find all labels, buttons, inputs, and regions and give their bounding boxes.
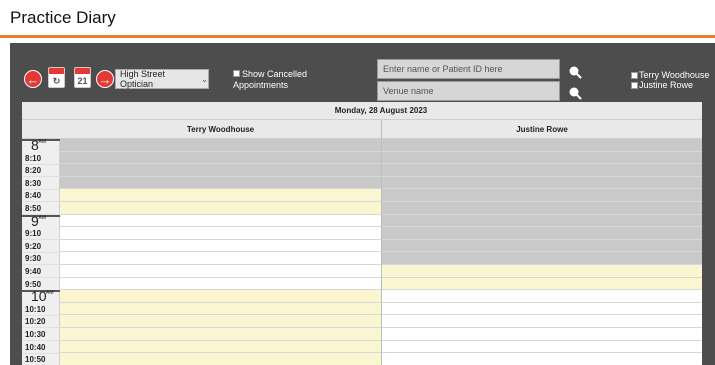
accent-divider [0,35,715,38]
date-picker-button[interactable]: 21 [74,67,91,88]
appointment-slot [382,176,702,190]
appointment-slot [382,202,702,215]
previous-day-button[interactable]: ← [24,70,42,88]
staff-filter-terry[interactable]: Terry Woodhouse [631,70,709,80]
staff-filter-label: Terry Woodhouse [639,70,710,80]
practitioner-name: Justine Rowe [516,125,568,134]
page-title: Practice Diary [10,8,116,27]
appointment-slot[interactable] [60,353,381,365]
time-column: 8 AM 8:10 8:20 8:30 8:40 8:50 9 AM 9:10 9:20 9:30 9:… [22,138,60,365]
appointment-slot[interactable] [382,265,702,278]
appointment-slot[interactable] [60,189,381,202]
time-slot-label: 9:10 [22,227,60,241]
staff-filter-justine[interactable]: Justine Rowe [631,80,693,90]
diary-date: Monday, 28 August 2023 [334,106,428,115]
appointment-slot[interactable] [382,315,702,328]
next-day-button[interactable]: → [96,70,114,88]
am-suffix: AM [46,290,54,297]
time-slot-label: 10:30 [22,328,60,341]
time-slot-label: 9:30 [22,252,60,266]
appointment-slot[interactable] [60,252,381,265]
appointment-slot[interactable] [60,328,381,341]
appointment-slot[interactable] [382,340,702,354]
patient-search-input[interactable] [377,59,560,79]
staff-filter-checkbox[interactable] [631,82,638,89]
appointment-slot [382,227,702,240]
time-slot-label: 8:20 [22,164,60,178]
appointment-slot [60,139,381,152]
staff-filter-label: Justine Rowe [639,80,694,90]
search-icon[interactable] [568,65,582,79]
time-slot-label: 10:10 [22,303,60,316]
appointment-slot [382,214,702,228]
appointment-slot [60,176,381,190]
show-cancelled-label: Show Cancelled [242,69,308,79]
chevron-down-icon: ⌄ [201,74,208,84]
time-slot-label: 9:20 [22,240,60,253]
appointment-slot [60,164,381,177]
appointment-slot[interactable] [60,302,381,316]
appointment-slot[interactable] [60,202,381,215]
title-bar: Practice Diary [0,0,715,36]
column-divider [381,139,382,365]
appointment-slot [382,164,702,177]
date-header: Monday, 28 August 2023 [22,102,702,120]
appointment-slot[interactable] [60,227,381,240]
appointment-slot[interactable] [60,277,381,291]
appointment-slot [382,139,702,152]
show-cancelled-label-line2: Appointments [233,80,289,90]
show-cancelled-checkbox[interactable] [233,70,240,77]
appointment-slot [60,151,381,165]
appointment-slot[interactable] [60,239,381,253]
arrow-left-icon: ← [26,71,40,87]
calendar-icon: 21 [77,76,88,86]
appointment-slot [382,239,702,253]
appointment-slot [382,252,702,265]
search-icon[interactable] [568,86,582,100]
appointment-slot[interactable] [382,302,702,316]
time-slot-label: 10:40 [22,341,60,354]
time-slot-label: 8:50 [22,202,60,215]
staff-filter-checkbox[interactable] [631,72,638,79]
appointment-slot [382,189,702,202]
time-slot-label: 9:40 [22,265,60,278]
appointment-slot[interactable] [60,315,381,328]
practitioner-header: Terry Woodhouse Justine Rowe [22,120,702,139]
appointment-slot[interactable] [382,277,702,291]
am-suffix: AM [38,139,47,145]
calendar-today-icon: ↻ [52,75,61,86]
hour-number: 10 [31,288,47,305]
venue-search-input[interactable] [377,81,560,101]
venue-select[interactable]: High Street Optician ⌄ [115,69,209,89]
appointment-slot[interactable] [382,290,702,303]
appointment-slot[interactable] [382,328,702,341]
appointment-slot [382,151,702,165]
diary-grid: Monday, 28 August 2023 Terry Woodhouse J… [22,102,702,365]
today-button[interactable]: ↻ [48,67,65,88]
venue-select-value: High Street Optician [120,69,166,89]
time-slot-label: 10:50 [22,353,60,365]
time-slot-label: 8:10 [22,152,60,165]
time-slot-label: 10:20 [22,315,60,329]
appointment-slot[interactable] [60,214,381,228]
arrow-right-icon: → [98,71,112,87]
time-slot-label: 8:30 [22,177,60,190]
appointment-slot[interactable] [60,290,381,303]
time-slot-label: 8:40 [22,189,60,203]
appointment-slot[interactable] [60,340,381,354]
appointment-slot[interactable] [60,265,381,278]
practitioner-name: Terry Woodhouse [186,125,255,134]
am-suffix: AM [38,214,47,221]
appointment-slot[interactable] [382,353,702,365]
